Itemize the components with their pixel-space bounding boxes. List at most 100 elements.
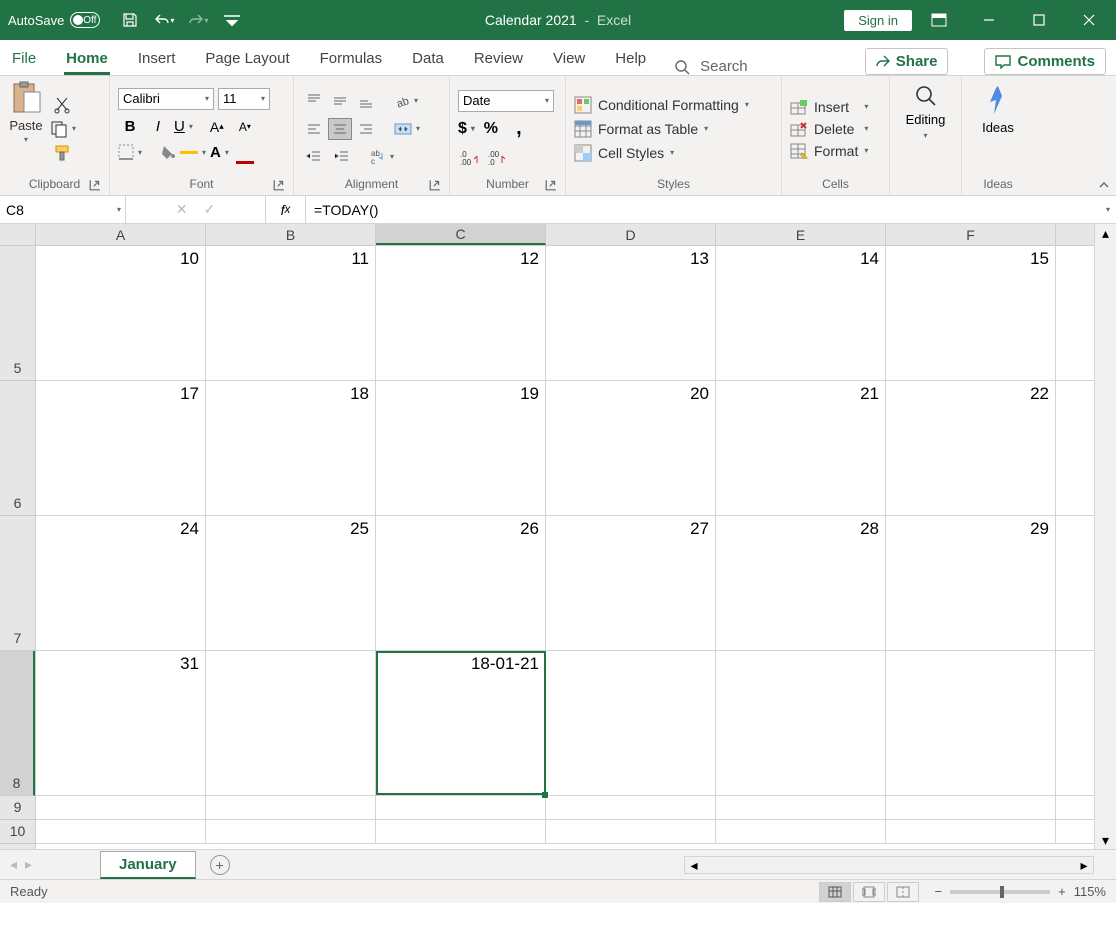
cell[interactable]: 27 bbox=[546, 516, 716, 650]
scroll-up-icon[interactable]: ▴ bbox=[1095, 224, 1116, 242]
editing-button[interactable]: Editing▾ bbox=[898, 80, 954, 191]
underline-icon[interactable]: U▾ bbox=[174, 118, 193, 135]
cell[interactable] bbox=[376, 820, 546, 843]
font-color-icon[interactable]: A▾ bbox=[210, 144, 229, 161]
cell[interactable]: 26 bbox=[376, 516, 546, 650]
ideas-button[interactable]: Ideas bbox=[974, 80, 1022, 177]
cell[interactable] bbox=[886, 651, 1056, 795]
add-sheet-button[interactable]: + bbox=[210, 855, 230, 875]
align-left-icon[interactable] bbox=[302, 118, 326, 140]
select-all-button[interactable] bbox=[0, 224, 36, 246]
border-icon[interactable]: ▾ bbox=[118, 144, 142, 160]
align-top-icon[interactable] bbox=[302, 90, 326, 112]
normal-view-icon[interactable] bbox=[819, 882, 851, 902]
cell[interactable]: 10 bbox=[36, 246, 206, 380]
cell[interactable] bbox=[546, 796, 716, 819]
row-header-5[interactable]: 5 bbox=[0, 246, 35, 381]
cell[interactable] bbox=[886, 820, 1056, 843]
comments-button[interactable]: Comments bbox=[984, 48, 1106, 75]
percent-icon[interactable]: % bbox=[479, 118, 503, 140]
insert-cells-button[interactable]: Insert▾ bbox=[790, 99, 868, 115]
cell[interactable]: 17 bbox=[36, 381, 206, 515]
signin-button[interactable]: Sign in bbox=[844, 10, 912, 31]
vertical-scrollbar[interactable]: ▴ ▾ bbox=[1094, 224, 1116, 849]
column-header-F[interactable]: F bbox=[886, 224, 1056, 245]
tab-help[interactable]: Help bbox=[613, 44, 648, 75]
toggle-switch[interactable]: Off bbox=[70, 12, 100, 28]
cell[interactable]: 20 bbox=[546, 381, 716, 515]
horizontal-scrollbar[interactable]: ◂ ▸ bbox=[684, 856, 1094, 874]
cell[interactable]: 15 bbox=[886, 246, 1056, 380]
format-painter-icon[interactable] bbox=[50, 142, 74, 164]
cell[interactable] bbox=[36, 796, 206, 819]
comma-icon[interactable]: , bbox=[507, 118, 531, 140]
cell[interactable] bbox=[36, 820, 206, 843]
increase-decimal-icon[interactable]: .0.00 bbox=[458, 146, 482, 168]
cell[interactable]: 19 bbox=[376, 381, 546, 515]
cell[interactable]: 18 bbox=[206, 381, 376, 515]
cell[interactable]: 18-01-21 bbox=[376, 651, 546, 795]
clipboard-launcher-icon[interactable] bbox=[89, 179, 101, 191]
cell[interactable] bbox=[546, 651, 716, 795]
row-header-7[interactable]: 7 bbox=[0, 516, 35, 651]
cell[interactable] bbox=[716, 796, 886, 819]
column-header-A[interactable]: A bbox=[36, 224, 206, 245]
sheet-tab-january[interactable]: January bbox=[100, 851, 196, 879]
row-header-9[interactable]: 9 bbox=[0, 796, 35, 820]
tab-home[interactable]: Home bbox=[64, 44, 110, 75]
cell[interactable]: 14 bbox=[716, 246, 886, 380]
zoom-level[interactable]: 115% bbox=[1074, 884, 1106, 899]
cut-icon[interactable] bbox=[50, 94, 74, 116]
cell[interactable] bbox=[716, 820, 886, 843]
increase-font-icon[interactable]: A▴ bbox=[205, 116, 229, 138]
fx-icon[interactable]: fx bbox=[266, 196, 306, 223]
row-header-10[interactable]: 10 bbox=[0, 820, 35, 844]
decrease-decimal-icon[interactable]: .00.0 bbox=[486, 146, 510, 168]
column-header-B[interactable]: B bbox=[206, 224, 376, 245]
cell-styles-button[interactable]: Cell Styles▾ bbox=[574, 144, 749, 162]
cell[interactable]: 31 bbox=[36, 651, 206, 795]
enter-formula-icon[interactable]: ✓ bbox=[204, 201, 216, 218]
scroll-left-icon[interactable]: ◂ bbox=[685, 857, 703, 873]
tab-data[interactable]: Data bbox=[410, 44, 446, 75]
share-button[interactable]: Share bbox=[865, 48, 949, 75]
cell[interactable] bbox=[886, 796, 1056, 819]
bold-icon[interactable]: B bbox=[118, 116, 142, 138]
minimize-icon[interactable] bbox=[966, 0, 1012, 40]
decrease-indent-icon[interactable] bbox=[302, 146, 326, 168]
tab-formulas[interactable]: Formulas bbox=[318, 44, 385, 75]
align-middle-icon[interactable] bbox=[328, 90, 352, 112]
number-format-dropdown[interactable]: Date▾ bbox=[458, 90, 554, 112]
row-header-6[interactable]: 6 bbox=[0, 381, 35, 516]
qat-customize-icon[interactable] bbox=[220, 9, 244, 31]
page-break-view-icon[interactable] bbox=[887, 882, 919, 902]
cell[interactable] bbox=[716, 651, 886, 795]
cell[interactable] bbox=[206, 820, 376, 843]
format-cells-button[interactable]: Format▾ bbox=[790, 143, 868, 159]
tab-view[interactable]: View bbox=[551, 44, 587, 75]
scroll-right-icon[interactable]: ▸ bbox=[1075, 857, 1093, 873]
column-header-C[interactable]: C bbox=[376, 224, 546, 245]
cell[interactable] bbox=[546, 820, 716, 843]
merge-center-icon[interactable]: ▾ bbox=[394, 121, 420, 137]
currency-icon[interactable]: $▾ bbox=[458, 120, 475, 138]
cell[interactable]: 29 bbox=[886, 516, 1056, 650]
align-bottom-icon[interactable] bbox=[354, 90, 378, 112]
copy-icon[interactable]: ▾ bbox=[50, 120, 76, 138]
cell[interactable] bbox=[206, 796, 376, 819]
tab-review[interactable]: Review bbox=[472, 44, 525, 75]
redo-icon[interactable]: ▾ bbox=[186, 9, 210, 31]
orientation-icon[interactable]: ab▾ bbox=[394, 93, 418, 109]
page-layout-view-icon[interactable] bbox=[853, 882, 885, 902]
format-as-table-button[interactable]: Format as Table▾ bbox=[574, 120, 749, 138]
align-center-icon[interactable] bbox=[328, 118, 352, 140]
cancel-formula-icon[interactable]: ✕ bbox=[176, 201, 188, 218]
conditional-formatting-button[interactable]: Conditional Formatting▾ bbox=[574, 96, 749, 114]
fill-color-icon[interactable]: ▾ bbox=[160, 144, 206, 160]
save-icon[interactable] bbox=[118, 9, 142, 31]
cell[interactable]: 24 bbox=[36, 516, 206, 650]
cell[interactable]: 22 bbox=[886, 381, 1056, 515]
column-header-E[interactable]: E bbox=[716, 224, 886, 245]
cell[interactable] bbox=[206, 651, 376, 795]
sheet-prev-icon[interactable]: ◂ bbox=[10, 856, 17, 873]
